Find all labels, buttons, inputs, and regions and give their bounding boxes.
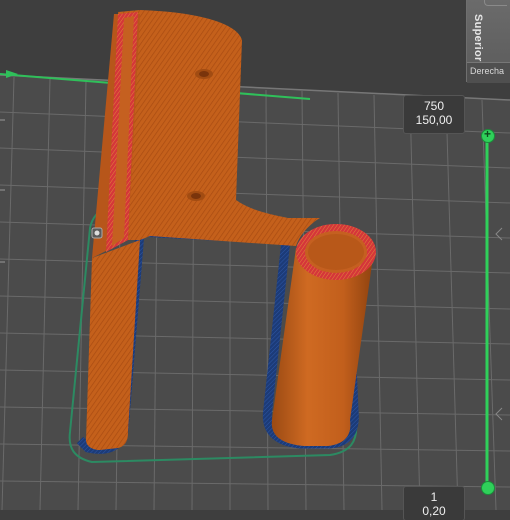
top-layer-number: 750 (423, 99, 445, 113)
bottom-layer-height: 0,20 (422, 504, 446, 518)
cube-top-label: Superior (472, 14, 484, 62)
layer-slider-top-label: 750 150,00 (404, 96, 464, 133)
bottom-layer-number: 1 (430, 490, 438, 504)
3d-viewport[interactable] (0, 0, 510, 510)
print-bed (0, 70, 510, 510)
layer-slider-bottom-label: 1 0,20 (404, 487, 464, 520)
top-layer-height: 150,00 (415, 113, 453, 127)
layer-slider-bottom-handle[interactable] (481, 481, 495, 495)
object-settings-icon[interactable] (91, 227, 103, 239)
cube-corner-icon[interactable] (484, 0, 507, 6)
layer-slider-top-handle[interactable] (481, 127, 495, 143)
cube-right-label: Derecha (470, 66, 505, 76)
